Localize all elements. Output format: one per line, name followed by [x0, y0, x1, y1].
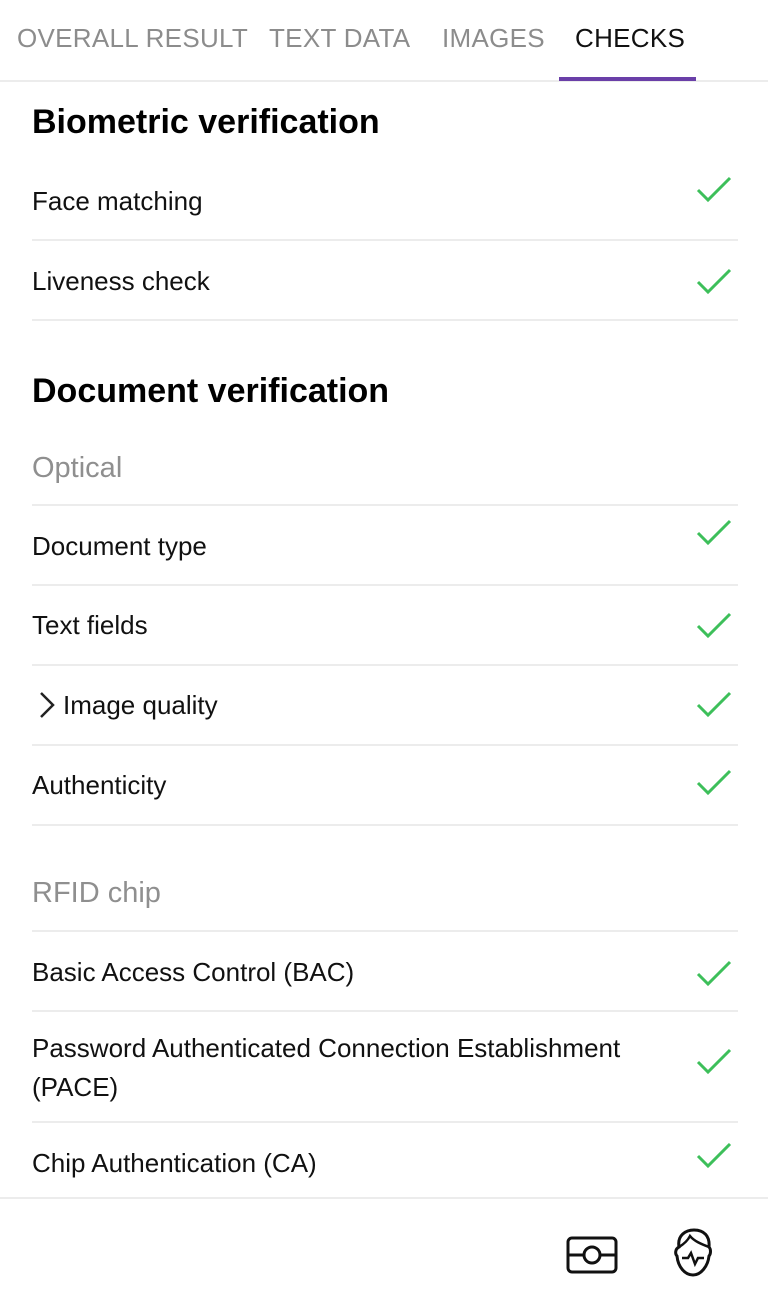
bottom-bar — [0, 1197, 768, 1301]
section-title-biometric: Biometric verification — [32, 103, 380, 141]
check-label: Text fields — [32, 610, 148, 640]
checkmark-icon — [696, 268, 732, 295]
checkmark-icon — [696, 612, 732, 639]
section-title-document: Document verification — [32, 372, 390, 410]
check-row-liveness[interactable]: Liveness check — [32, 241, 738, 321]
subsection-title-optical: Optical — [32, 452, 123, 484]
tab-text-data[interactable]: TEXT DATA — [269, 0, 410, 80]
checkmark-icon — [696, 519, 732, 546]
tab-checks[interactable]: CHECKS — [575, 0, 685, 80]
tab-overall-result[interactable]: OVERALL RESULT — [17, 0, 248, 80]
chevron-right-icon[interactable] — [38, 691, 56, 719]
tab-bar: OVERALL RESULT TEXT DATA IMAGES CHECKS — [0, 0, 768, 82]
checkmark-icon — [696, 1142, 732, 1169]
check-label: Authenticity — [32, 770, 167, 800]
document-scan-icon[interactable] — [566, 1236, 618, 1274]
check-label: Basic Access Control (BAC) — [32, 957, 355, 987]
check-row-pace[interactable]: Password Authenticated Connection Establ… — [32, 1012, 738, 1123]
check-label: Liveness check — [32, 266, 210, 296]
check-label: Password Authenticated Connection Establ… — [32, 1033, 621, 1102]
checkmark-icon — [696, 176, 732, 203]
checkmark-icon — [696, 691, 732, 718]
tab-images[interactable]: IMAGES — [442, 0, 545, 80]
check-row-image-quality[interactable]: Image quality — [32, 666, 738, 746]
checkmark-icon — [696, 769, 732, 796]
check-label: Face matching — [32, 186, 203, 216]
check-label: Image quality — [63, 690, 218, 720]
check-label: Document type — [32, 531, 207, 561]
check-label: Chip Authentication (CA) — [32, 1148, 317, 1178]
checkmark-icon — [696, 1048, 732, 1075]
checkmark-icon — [696, 960, 732, 987]
check-row-ca[interactable]: Chip Authentication (CA) — [32, 1123, 738, 1197]
check-row-bac[interactable]: Basic Access Control (BAC) — [32, 930, 738, 1012]
check-row-authenticity[interactable]: Authenticity — [32, 746, 738, 826]
face-liveness-icon[interactable] — [670, 1227, 716, 1279]
subsection-title-rfid: RFID chip — [32, 877, 161, 909]
active-tab-indicator — [559, 77, 696, 81]
check-row-text-fields[interactable]: Text fields — [32, 586, 738, 666]
check-row-face-matching[interactable]: Face matching — [32, 161, 738, 241]
check-row-document-type[interactable]: Document type — [32, 504, 738, 586]
